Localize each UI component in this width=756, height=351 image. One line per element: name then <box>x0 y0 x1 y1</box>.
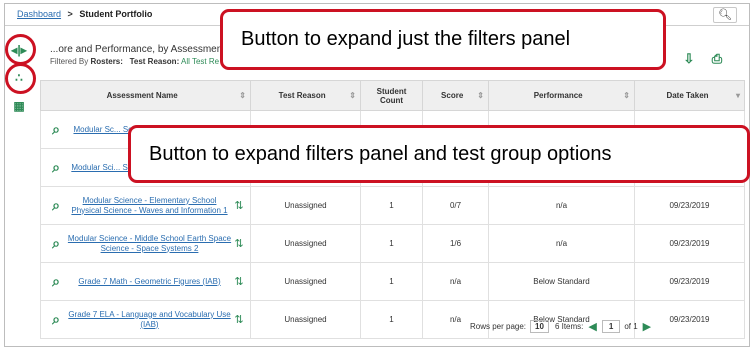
search-icon: 🔍︎ <box>718 9 732 21</box>
callout-filters-only: Button to expand just the filters panel <box>220 9 666 70</box>
search-button[interactable]: 🔍︎ <box>713 7 737 23</box>
table-row: ⌕ Modular Science - Elementary School Phy… <box>40 186 745 225</box>
next-page-icon[interactable]: ▶ <box>643 320 651 333</box>
rows-per-page-label: Rows per page: <box>470 322 527 331</box>
student-count-cell: 1 <box>360 224 423 263</box>
breadcrumb: Dashboard > Student Portfolio <box>17 9 152 19</box>
column-date-taken[interactable]: Date Taken ▾ <box>634 80 745 111</box>
calendar-button[interactable]: ▦ <box>9 96 29 116</box>
assessment-link[interactable]: Modular Science - Elementary School Phys… <box>67 196 232 216</box>
breadcrumb-separator: > <box>67 9 73 19</box>
column-score[interactable]: Score ⇕ <box>422 80 489 111</box>
column-assessment-name[interactable]: Assessment Name ⇕ <box>40 80 251 111</box>
assessment-link[interactable]: Modular Science - Middle School Earth Sp… <box>67 234 232 254</box>
test-reason-label: Test Reason: <box>129 57 180 66</box>
page-input[interactable]: 1 <box>601 320 621 333</box>
magnifier-icon[interactable]: ⌕ <box>45 121 67 138</box>
rows-per-page-select[interactable]: 10 <box>530 320 549 333</box>
callout-filters-and-groups: Button to expand filters panel and test … <box>128 125 750 183</box>
test-reason-cell: Unassigned <box>250 262 361 301</box>
previous-page-icon[interactable]: ◀ <box>588 320 596 333</box>
filter-summary: Filtered By Rosters: Test Reason: All Te… <box>50 57 219 66</box>
test-reason-cell: Unassigned <box>250 300 361 339</box>
magnifier-icon[interactable]: ⌕ <box>45 197 67 214</box>
date-taken-cell: 09/23/2019 <box>634 262 745 301</box>
print-icon[interactable]: ⎙ <box>708 50 726 68</box>
date-taken-cell: 09/23/2019 <box>634 224 745 263</box>
magnifier-icon[interactable]: ⌕ <box>45 235 67 252</box>
highlight-ring-filters <box>5 34 36 65</box>
student-count-cell: 1 <box>360 262 423 301</box>
rosters-label: Rosters: <box>90 57 123 66</box>
table-header-row: Assessment Name ⇕ Test Reason ⇕ Student Co… <box>40 80 745 111</box>
filter-summary-label: Filtered By <box>50 57 89 66</box>
table-row: ⌕ Modular Science - Middle School Earth S… <box>40 224 745 263</box>
assessment-cell: ⌕ Grade 7 ELA - Language and Vocabulary U… <box>40 300 251 339</box>
breadcrumb-current: Student Portfolio <box>79 9 153 19</box>
reorder-icon[interactable]: ⇅ <box>232 199 246 212</box>
student-count-cell: 1 <box>360 186 423 225</box>
breadcrumb-dashboard-link[interactable]: Dashboard <box>17 9 61 19</box>
score-cell: 0/7 <box>422 186 489 225</box>
score-cell: n/a <box>422 262 489 301</box>
calendar-icon: ▦ <box>13 99 25 113</box>
score-cell: 1/6 <box>422 224 489 263</box>
performance-cell: Below Standard <box>488 262 635 301</box>
reorder-icon[interactable]: ⇅ <box>232 313 246 326</box>
report-tools: ⇩ ⎙ <box>680 50 726 68</box>
page-total: of 1 <box>624 322 638 331</box>
test-reason-value: All Test Re <box>181 57 220 66</box>
performance-cell: n/a <box>488 186 635 225</box>
performance-cell: n/a <box>488 224 635 263</box>
date-taken-cell: 09/23/2019 <box>634 186 745 225</box>
magnifier-icon[interactable]: ⌕ <box>45 311 67 328</box>
assessment-cell: ⌕ Modular Science - Elementary School Phy… <box>40 186 251 225</box>
table-row: ⌕ Grade 7 Math - Geometric Figures (IAB) ⇅… <box>40 262 745 301</box>
student-count-cell: 1 <box>360 300 423 339</box>
column-performance[interactable]: Performance ⇕ <box>488 80 635 111</box>
download-icon[interactable]: ⇩ <box>680 50 698 68</box>
reorder-icon[interactable]: ⇅ <box>232 237 246 250</box>
magnifier-icon[interactable]: ⌕ <box>45 273 67 290</box>
test-reason-cell: Unassigned <box>250 186 361 225</box>
column-student-count[interactable]: Student Count <box>360 80 423 111</box>
column-test-reason[interactable]: Test Reason ⇕ <box>250 80 361 111</box>
pagination: Rows per page: 10 6 Items: ◀ 1 of 1 ▶ <box>470 320 656 333</box>
items-count: 6 Items: <box>554 322 584 331</box>
assessment-link[interactable]: Grade 7 Math - Geometric Figures (IAB) <box>67 277 232 287</box>
assessment-cell: ⌕ Modular Science - Middle School Earth S… <box>40 224 251 263</box>
assessment-table: Assessment Name ⇕ Test Reason ⇕ Student Co… <box>40 80 745 339</box>
assessment-link[interactable]: Grade 7 ELA - Language and Vocabulary Us… <box>67 310 232 330</box>
reorder-icon[interactable]: ⇅ <box>232 275 246 288</box>
highlight-ring-groups <box>5 63 36 94</box>
test-reason-cell: Unassigned <box>250 224 361 263</box>
assessment-cell: ⌕ Grade 7 Math - Geometric Figures (IAB) ⇅ <box>40 262 251 301</box>
report-heading: ...ore and Performance, by Assessment a <box>50 44 234 55</box>
magnifier-icon[interactable]: ⌕ <box>45 159 67 176</box>
